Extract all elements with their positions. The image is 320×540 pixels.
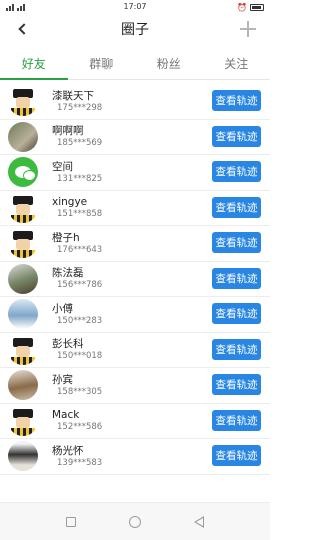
view-track-button[interactable]: 查看轨迹: [212, 125, 261, 147]
tab-fans[interactable]: 粉丝: [135, 50, 203, 79]
recent-apps-icon[interactable]: [66, 516, 77, 527]
view-track-button[interactable]: 查看轨迹: [212, 303, 261, 324]
list-item[interactable]: 陈法磊 156***786 查看轨迹: [0, 262, 270, 297]
list-item[interactable]: 彭长科 150***018 查看轨迹: [0, 333, 270, 368]
view-track-button[interactable]: 查看轨迹: [212, 232, 261, 253]
home-icon[interactable]: [128, 515, 141, 528]
list-item[interactable]: 小傅 150***283 查看轨迹: [0, 297, 270, 333]
back-icon[interactable]: [193, 515, 204, 528]
signal-indicator: [6, 3, 26, 11]
view-track-button[interactable]: 查看轨迹: [212, 409, 261, 431]
view-track-button[interactable]: 查看轨迹: [212, 161, 261, 182]
wechat-avatar: [8, 157, 38, 188]
chevron-left-icon: [17, 23, 30, 35]
list-item[interactable]: 杨光怀 139***583 查看轨迹: [0, 439, 270, 475]
alarm-icon: ⏰: [237, 2, 247, 12]
tab-group-chat[interactable]: 群聊: [68, 50, 136, 79]
view-track-button[interactable]: 查看轨迹: [212, 196, 261, 218]
view-track-button[interactable]: 查看轨迹: [212, 374, 261, 395]
view-track-button[interactable]: 查看轨迹: [212, 338, 261, 360]
list-item[interactable]: 空间 131***825 查看轨迹: [0, 155, 270, 191]
status-bar: 17:07 ⏰: [0, 0, 270, 14]
view-track-button[interactable]: 查看轨迹: [212, 90, 261, 111]
avatar: [8, 192, 38, 223]
tab-bar: 好友 群聊 粉丝 关注: [0, 50, 270, 80]
list-item[interactable]: xingye 151***858 查看轨迹: [0, 191, 270, 226]
list-item[interactable]: Mack 152***586 查看轨迹: [0, 404, 270, 439]
plus-icon[interactable]: [238, 19, 258, 39]
view-track-button[interactable]: 查看轨迹: [212, 445, 261, 466]
status-time: 17:07: [123, 2, 147, 11]
back-button[interactable]: [12, 19, 32, 39]
system-nav-bar: [0, 502, 270, 540]
avatar: [8, 370, 38, 401]
signal-icon: [6, 3, 15, 11]
avatar: [8, 334, 38, 365]
page-title: 圈子: [121, 22, 149, 38]
signal-icon: [17, 3, 26, 11]
list-item[interactable]: 孙宾 158***305 查看轨迹: [0, 368, 270, 404]
avatar: [8, 86, 38, 117]
header: 圈子: [0, 14, 270, 44]
tab-following[interactable]: 关注: [203, 50, 271, 79]
view-track-button[interactable]: 查看轨迹: [212, 267, 261, 289]
list-item[interactable]: 漆联天下 175***298 查看轨迹: [0, 84, 270, 120]
avatar: [8, 228, 38, 259]
tab-friends[interactable]: 好友: [0, 50, 68, 80]
avatar: [8, 263, 38, 294]
battery-icon: [250, 3, 264, 11]
avatar: [8, 121, 38, 152]
list-item[interactable]: 啊啊啊 185***569 查看轨迹: [0, 120, 270, 155]
list-item[interactable]: 橙子h 176***643 查看轨迹: [0, 226, 270, 262]
avatar: [8, 405, 38, 436]
friend-list: 漆联天下 175***298 查看轨迹 啊啊啊 185***569 查看轨迹 空间 1…: [0, 84, 270, 502]
avatar: [8, 299, 38, 330]
avatar: [8, 441, 38, 472]
